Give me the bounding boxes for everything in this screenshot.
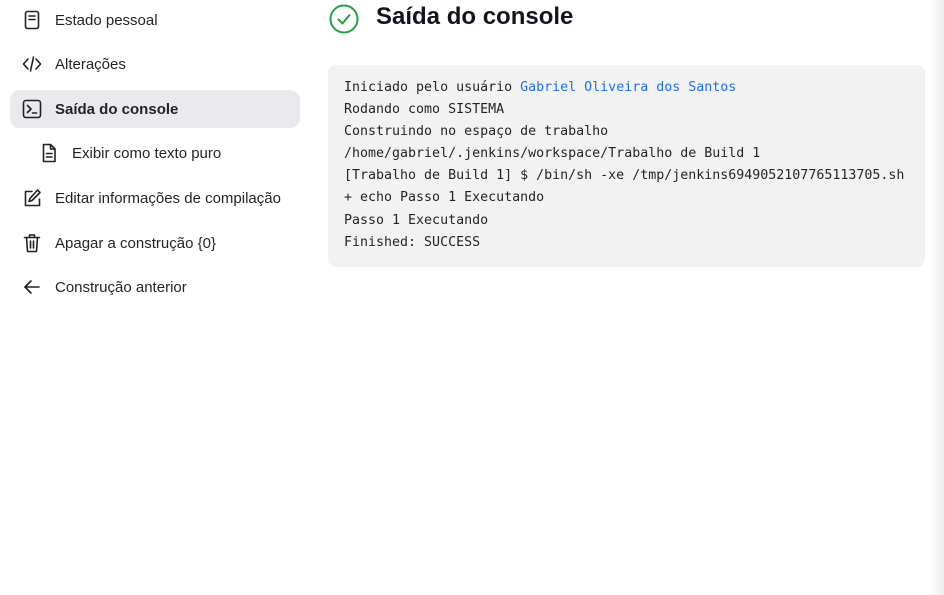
console-line: Finished: SUCCESS [344,234,481,250]
window-edge-shadow [930,0,944,595]
document-icon [39,143,59,163]
sidebar-item-label: Apagar a construção {0} [55,234,216,252]
console-line: Iniciado pelo usuário Gabriel Oliveira d… [344,77,909,99]
console-line: /home/gabriel/.jenkins/workspace/Trabalh… [344,146,761,162]
success-check-icon [329,4,359,34]
trash-icon [22,233,42,253]
sidebar-item-label: Alterações [55,55,126,73]
sidebar-item-label: Construção anterior [55,278,187,296]
console-line: Rodando como SISTEMA [344,102,505,118]
sidebar-item-exibir-texto-puro[interactable]: Exibir como texto puro [10,134,300,172]
console-line: + echo Passo 1 Executando [344,190,545,206]
sidebar-item-editar-informacoes[interactable]: Editar informações de compilação [10,179,300,217]
edit-icon [22,188,42,208]
console-line: Passo 1 Executando [344,212,489,228]
console-line: [Trabalho de Build 1] $ /bin/sh -xe /tmp… [344,168,905,184]
sidebar-item-label: Saída do console [55,100,179,118]
console-output: Iniciado pelo usuário Gabriel Oliveira d… [328,65,925,267]
sidebar-item-label: Estado pessoal [55,11,158,29]
sidebar-item-alteracoes[interactable]: Alterações [10,45,300,83]
sidebar-item-label: Exibir como texto puro [72,144,222,162]
sidebar-item-apagar-construcao[interactable]: Apagar a construção {0} [10,224,300,262]
code-icon [22,54,42,74]
console-line: Construindo no espaço de trabalho [344,124,609,140]
arrow-left-icon [22,277,42,297]
sidebar-item-saida-do-console[interactable]: Saída do console [10,90,300,128]
sidebar-item-construcao-anterior[interactable]: Construção anterior [10,268,300,306]
started-by-text: Iniciado pelo usuário [344,80,521,95]
notepad-icon [22,10,42,30]
sidebar-item-label: Editar informações de compilação [55,189,281,207]
user-link[interactable]: Gabriel Oliveira dos Santos [520,80,736,95]
terminal-icon [22,99,42,119]
page-title: Saída do console [376,3,574,30]
sidebar-item-estado-pessoal[interactable]: Estado pessoal [10,1,300,39]
